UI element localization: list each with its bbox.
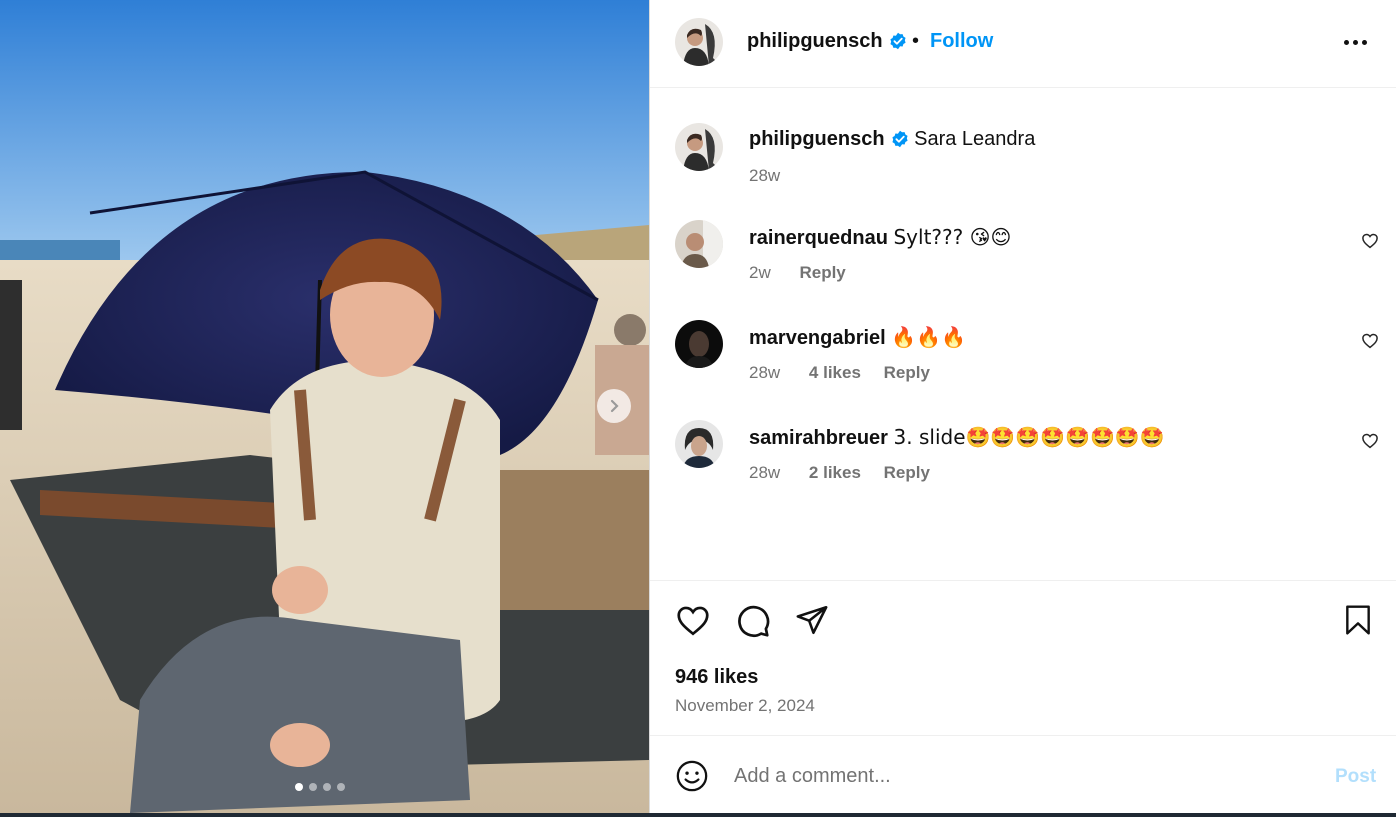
reply-button[interactable]: Reply — [799, 263, 845, 282]
header-separator: • — [912, 30, 920, 52]
more-options-icon[interactable] — [1344, 30, 1372, 54]
comment-meta: 28w 2 likes Reply — [749, 463, 930, 483]
comment-text: marvengabriel 🔥🔥🔥 — [749, 325, 966, 350]
caption-meta: 28w — [749, 166, 780, 186]
comment-composer: Post — [650, 737, 1396, 813]
comment-username[interactable]: rainerquednau — [749, 227, 888, 249]
post-detail-panel: philipguensch • Follow philipguensch Sar… — [649, 0, 1396, 813]
commenter-avatar[interactable] — [675, 320, 723, 368]
heart-icon[interactable] — [1361, 432, 1379, 450]
comment-meta: 28w 4 likes Reply — [749, 363, 930, 383]
comment-body: 3. slide🤩🤩🤩🤩🤩🤩🤩🤩 — [893, 425, 1165, 449]
reply-button[interactable]: Reply — [884, 363, 930, 382]
comment-username[interactable]: marvengabriel — [749, 327, 886, 349]
follow-button[interactable]: Follow — [930, 30, 993, 53]
comment-meta: 2w Reply — [749, 263, 846, 283]
comment-icon[interactable] — [735, 603, 771, 639]
author-username-text: philipguensch — [747, 30, 883, 52]
comment-body: Sylt??? 😘😊 — [893, 225, 1012, 249]
author-username[interactable]: philipguensch — [747, 30, 907, 53]
comment-time: 28w — [749, 363, 781, 382]
like-heart-icon[interactable] — [675, 603, 711, 639]
carousel-dot — [323, 783, 331, 791]
comment-text: rainerquednau Sylt??? 😘😊 — [749, 225, 1011, 250]
post-actions: 946 likes November 2, 2024 — [650, 580, 1396, 736]
window-edge — [0, 813, 1396, 817]
verified-badge-icon — [890, 32, 906, 50]
comment-body: 🔥🔥🔥 — [891, 325, 967, 349]
caption-avatar[interactable] — [675, 123, 723, 171]
comment-input[interactable] — [734, 759, 1294, 793]
post-photo[interactable] — [0, 0, 649, 813]
comment-time: 2w — [749, 263, 771, 282]
next-slide-button[interactable] — [597, 389, 631, 423]
caption-username[interactable]: philipguensch — [749, 128, 885, 150]
caption-text: philipguensch Sara Leandra — [749, 128, 1035, 151]
heart-icon[interactable] — [1361, 332, 1379, 350]
chevron-right-icon — [610, 399, 619, 413]
emoji-icon[interactable] — [675, 759, 709, 793]
carousel-dot — [337, 783, 345, 791]
comment-time: 28w — [749, 463, 781, 482]
reply-button[interactable]: Reply — [884, 463, 930, 482]
verified-badge-icon — [892, 130, 908, 148]
post-header: philipguensch • Follow — [650, 0, 1396, 88]
author-avatar[interactable] — [675, 18, 723, 66]
beach-umbrella-photo — [0, 0, 649, 813]
heart-icon[interactable] — [1361, 232, 1379, 250]
commenter-avatar[interactable] — [675, 420, 723, 468]
comment-username[interactable]: samirahbreuer — [749, 427, 888, 449]
share-icon[interactable] — [795, 603, 829, 637]
carousel-dot — [295, 783, 303, 791]
post-date: November 2, 2024 — [675, 696, 815, 715]
likes-count[interactable]: 946 likes — [675, 666, 758, 689]
post-comment-button[interactable]: Post — [1335, 766, 1376, 788]
comment-text: samirahbreuer 3. slide🤩🤩🤩🤩🤩🤩🤩🤩 — [749, 425, 1165, 450]
caption-body: Sara Leandra — [914, 128, 1036, 150]
comment-likes[interactable]: 2 likes — [809, 463, 861, 482]
commenter-avatar[interactable] — [675, 220, 723, 268]
caption-time: 28w — [749, 166, 781, 185]
bookmark-icon[interactable] — [1342, 603, 1374, 637]
comment-likes[interactable]: 4 likes — [809, 363, 861, 382]
carousel-dot — [309, 783, 317, 791]
carousel-indicator — [295, 783, 345, 791]
